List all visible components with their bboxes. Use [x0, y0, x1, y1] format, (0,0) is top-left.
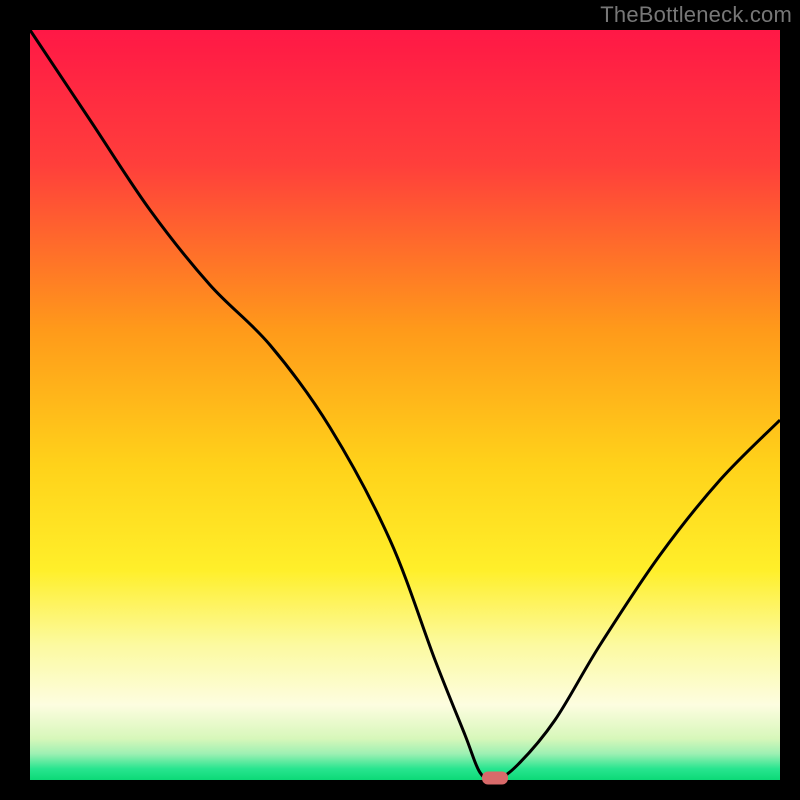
plot-background — [30, 30, 780, 780]
chart-container: TheBottleneck.com — [0, 0, 800, 800]
watermark-text: TheBottleneck.com — [600, 2, 792, 28]
optimum-marker — [482, 772, 508, 785]
bottleneck-chart — [0, 0, 800, 800]
